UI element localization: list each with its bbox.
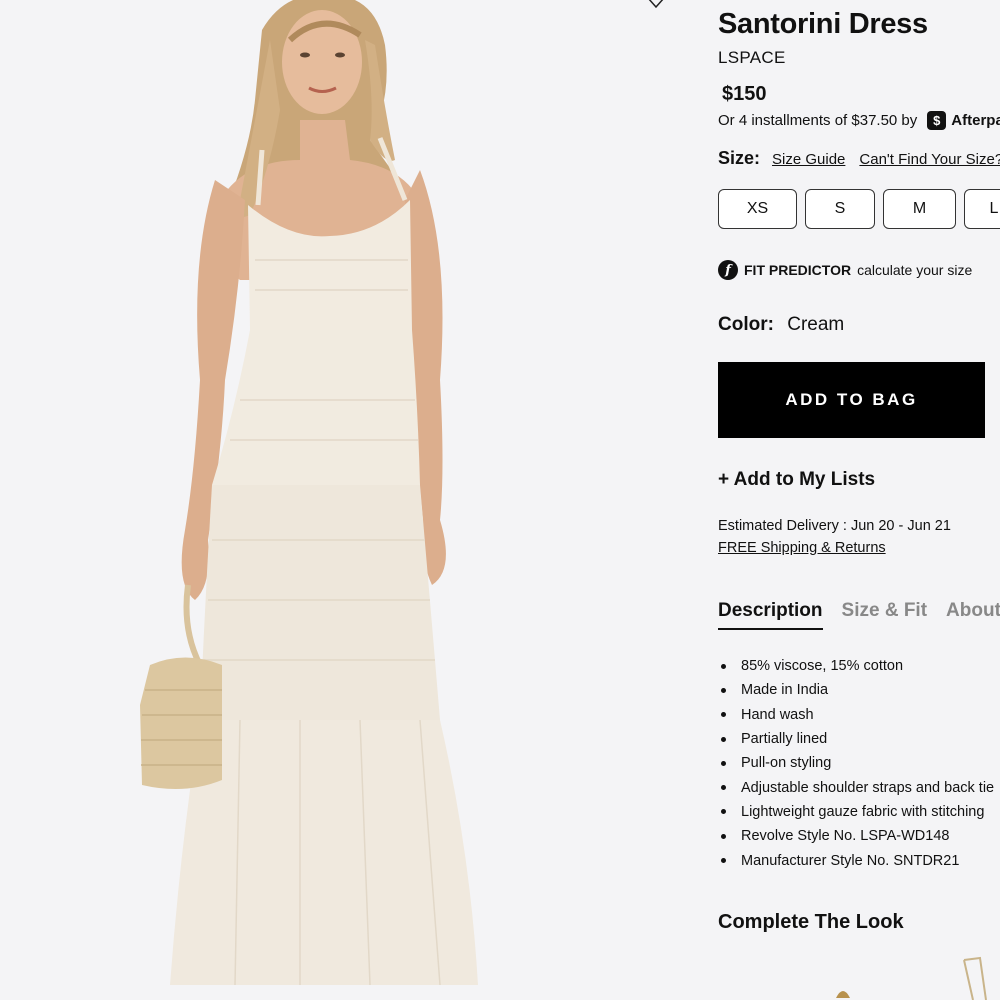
model-wearing-dress-illustration [0,0,700,1000]
installments-text: Or 4 installments of $37.50 by [718,112,918,129]
size-option-m[interactable]: M [883,189,956,229]
complete-the-look-thumbnails[interactable] [718,950,1000,1000]
product-image[interactable] [0,0,700,1000]
fit-predictor-sub: calculate your size [857,262,973,278]
cant-find-size-link[interactable]: Can't Find Your Size? [859,151,1000,168]
product-brand[interactable]: LSPACE [718,48,786,68]
list-item: 85% viscose, 15% cotton [718,654,994,678]
tab-size-fit[interactable]: Size & Fit [842,600,928,630]
afterpay-logo-icon: $ [927,111,947,130]
heart-icon[interactable] [646,0,666,10]
size-option-s[interactable]: S [805,189,875,229]
list-item: Manufacturer Style No. SNTDR21 [718,848,994,872]
size-guide-link[interactable]: Size Guide [772,151,845,168]
size-label: Size: [718,148,761,168]
list-item: Pull-on styling [718,751,994,775]
fit-predictor-icon: f [718,260,738,280]
product-price: $150 [722,83,767,105]
color-info: Color: Cream [718,314,844,336]
installments-info: Or 4 installments of $37.50 by $ Afterpa… [718,111,1000,130]
list-item: Hand wash [718,703,994,727]
list-item: Made in India [718,678,994,702]
tab-description[interactable]: Description [718,600,823,630]
size-options: XS S M L [718,189,1000,229]
size-option-xs[interactable]: XS [718,189,797,229]
estimated-delivery: Estimated Delivery : Jun 20 - Jun 21 [718,518,951,534]
list-item: Partially lined [718,727,994,751]
list-item: Adjustable shoulder straps and back tie [718,775,994,799]
complete-the-look-heading: Complete The Look [718,911,904,933]
add-to-lists-link[interactable]: + Add to My Lists [718,469,875,491]
color-label: Color: [718,314,774,335]
product-tabs: Description Size & Fit About the Brand [718,600,1000,630]
tab-about-brand[interactable]: About the Brand [946,600,1000,630]
description-list: 85% viscose, 15% cotton Made in India Ha… [718,654,994,873]
free-shipping-link[interactable]: FREE Shipping & Returns [718,540,886,556]
add-to-bag-button[interactable]: ADD TO BAG [718,362,985,438]
fit-predictor[interactable]: f FIT PREDICTOR calculate your size [718,260,972,280]
color-value: Cream [787,314,845,335]
size-header: Size: Size Guide Can't Find Your Size? [718,148,1000,169]
list-item: Lightweight gauze fabric with stitching [718,800,994,824]
fit-predictor-label: FIT PREDICTOR [744,262,852,278]
size-option-l[interactable]: L [964,189,1000,229]
product-info-panel: Santorini Dress LSPACE $150 Or 4 install… [718,0,1000,1000]
list-item: Revolve Style No. LSPA-WD148 [718,824,994,848]
afterpay-label[interactable]: Afterpay [951,112,1000,129]
product-title: Santorini Dress [718,8,928,40]
